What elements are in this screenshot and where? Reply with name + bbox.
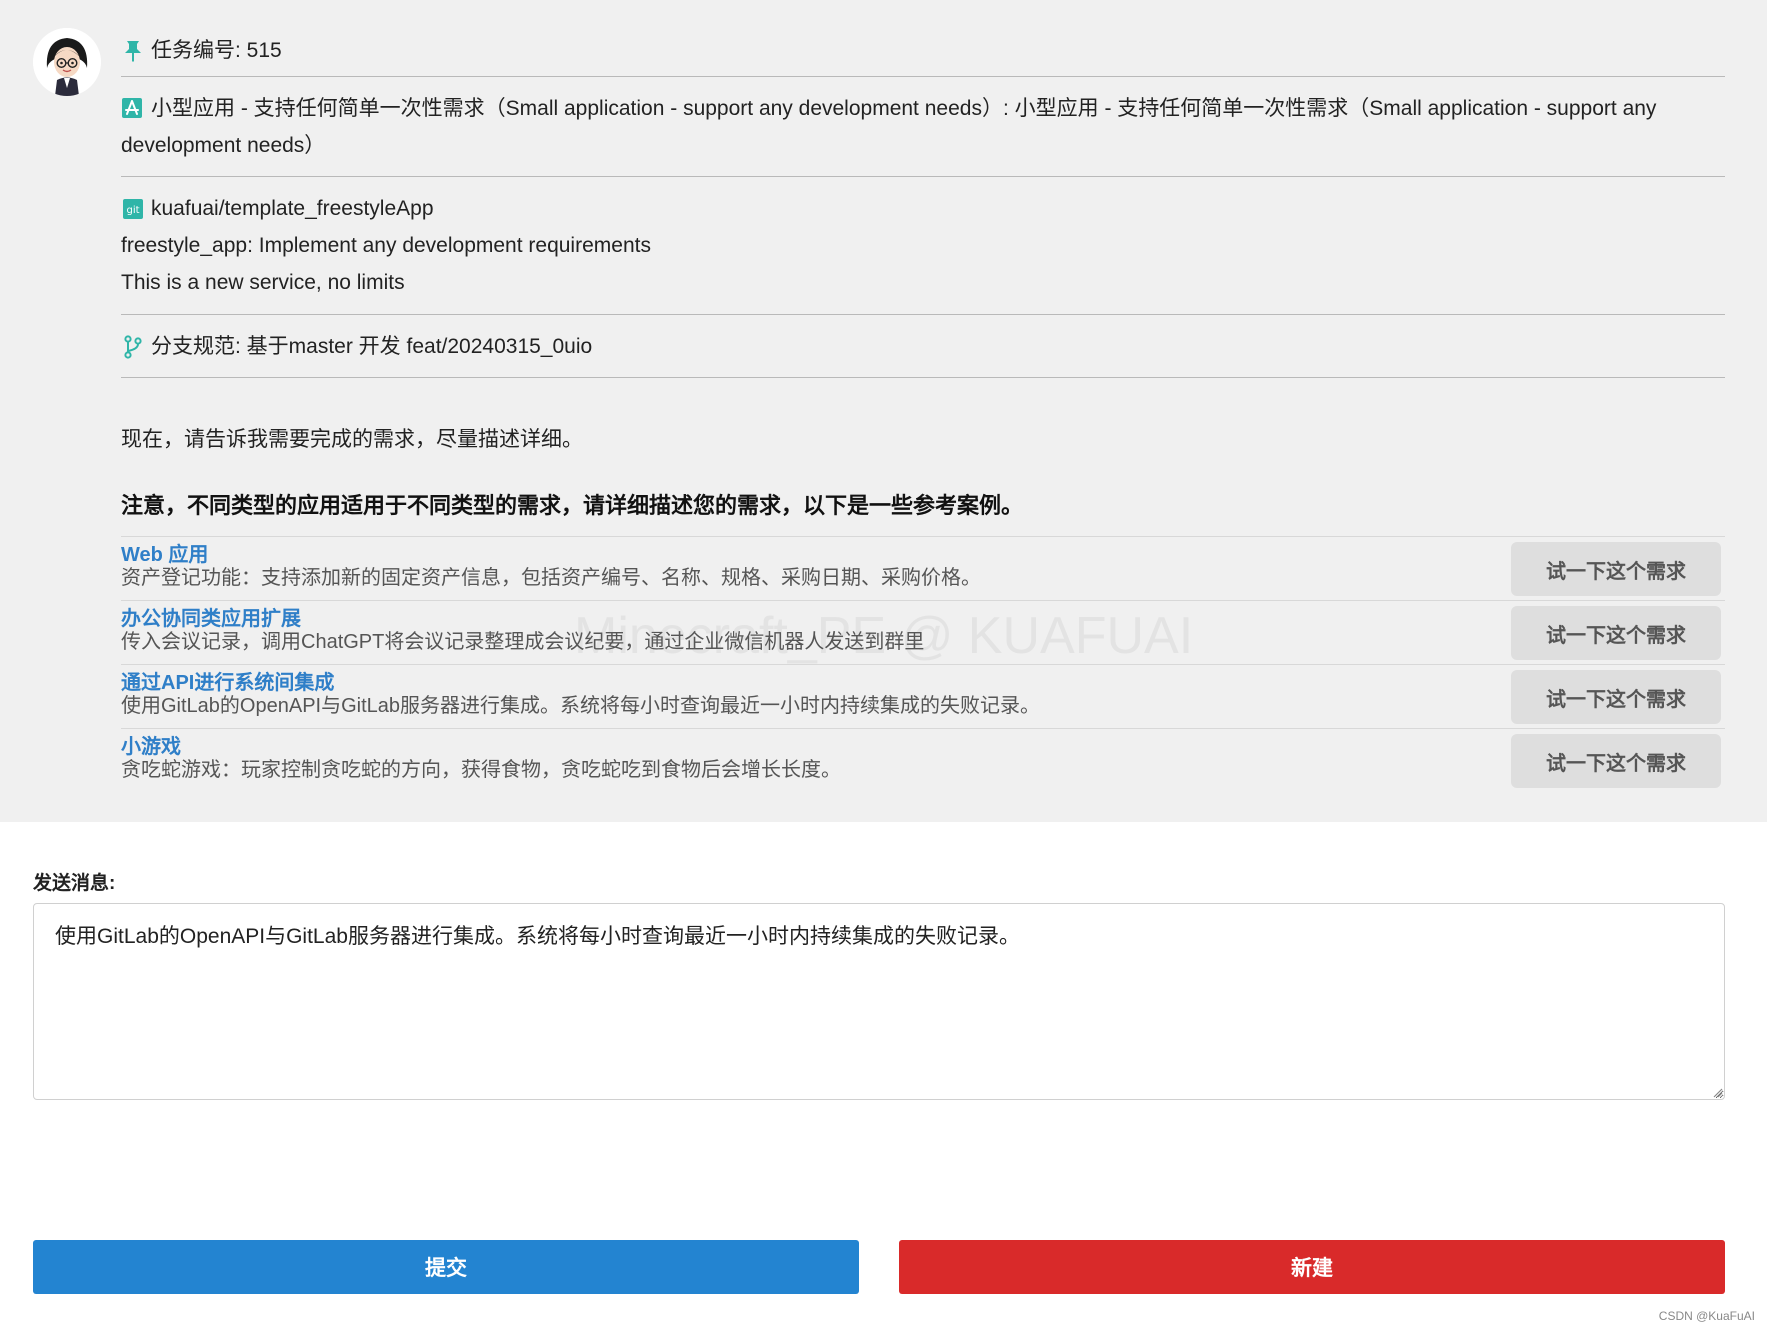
note-text: 注意，不同类型的应用适用于不同类型的需求，请详细描述您的需求，以下是一些参考案例…	[121, 493, 1024, 518]
app-store-icon	[121, 94, 145, 118]
conversation-panel: 任务编号: 515 小型应用 - 支持任何简单一次性需求（Small appli…	[0, 0, 1767, 822]
watermark: Minecraft_PE @ KUAFUAI	[574, 607, 1194, 665]
task-number: 任务编号: 515	[151, 39, 282, 62]
svg-text:git: git	[126, 205, 139, 216]
credit-text: CSDN @KuaFuAI	[1658, 1309, 1755, 1323]
task-number-line: 任务编号: 515	[121, 32, 1725, 69]
git-icon: git	[121, 197, 145, 221]
divider	[121, 377, 1725, 378]
repo-note: This is a new service, no limits	[121, 271, 405, 294]
try-requirement-button[interactable]: 试一下这个需求	[1511, 606, 1721, 660]
example-description: 资产登记功能：支持添加新的固定资产信息，包括资产编号、名称、规格、采购日期、采购…	[121, 567, 981, 589]
branch-line: 分支规范: 基于master 开发 feat/20240315_0uio	[121, 328, 1725, 365]
send-message-label: 发送消息:	[33, 873, 116, 894]
example-row: 通过API进行系统间集成 使用GitLab的OpenAPI与GitLab服务器进…	[121, 665, 1725, 729]
message-input[interactable]: 使用GitLab的OpenAPI与GitLab服务器进行集成。系统将每小时查询最…	[33, 903, 1725, 1100]
repo-description: freestyle_app: Implement any development…	[121, 234, 651, 257]
example-row: 小游戏 贪吃蛇游戏：玩家控制贪吃蛇的方向，获得食物，贪吃蛇吃到食物后会增长长度。…	[121, 729, 1725, 793]
branch-rule: 分支规范: 基于master 开发 feat/20240315_0uio	[151, 335, 593, 358]
example-description: 使用GitLab的OpenAPI与GitLab服务器进行集成。系统将每小时查询最…	[121, 695, 1041, 717]
branch-icon	[121, 334, 145, 359]
try-requirement-button[interactable]: 试一下这个需求	[1511, 734, 1721, 788]
try-requirement-button[interactable]: 试一下这个需求	[1511, 542, 1721, 596]
new-button[interactable]: 新建	[899, 1240, 1725, 1294]
app-type-text: 小型应用 - 支持任何简单一次性需求（Small application - s…	[121, 97, 1657, 157]
repo-line: git kuafuai/template_freestyleApp	[121, 190, 1725, 227]
submit-button[interactable]: 提交	[33, 1240, 859, 1294]
pin-icon	[121, 39, 145, 63]
repo-name: kuafuai/template_freestyleApp	[151, 197, 434, 220]
resize-grip-icon[interactable]	[1711, 1086, 1723, 1098]
try-requirement-button[interactable]: 试一下这个需求	[1511, 670, 1721, 724]
task-info: 任务编号: 515 小型应用 - 支持任何简单一次性需求（Small appli…	[121, 28, 1725, 793]
example-description: 贪吃蛇游戏：玩家控制贪吃蛇的方向，获得食物，贪吃蛇吃到食物后会增长长度。	[121, 759, 841, 781]
avatar	[33, 28, 101, 96]
example-row: Web 应用 资产登记功能：支持添加新的固定资产信息，包括资产编号、名称、规格、…	[121, 537, 1725, 601]
app-type-line: 小型应用 - 支持任何简单一次性需求（Small application - s…	[121, 90, 1725, 164]
prompt-text: 现在，请告诉我需要完成的需求，尽量描述详细。	[121, 428, 583, 451]
